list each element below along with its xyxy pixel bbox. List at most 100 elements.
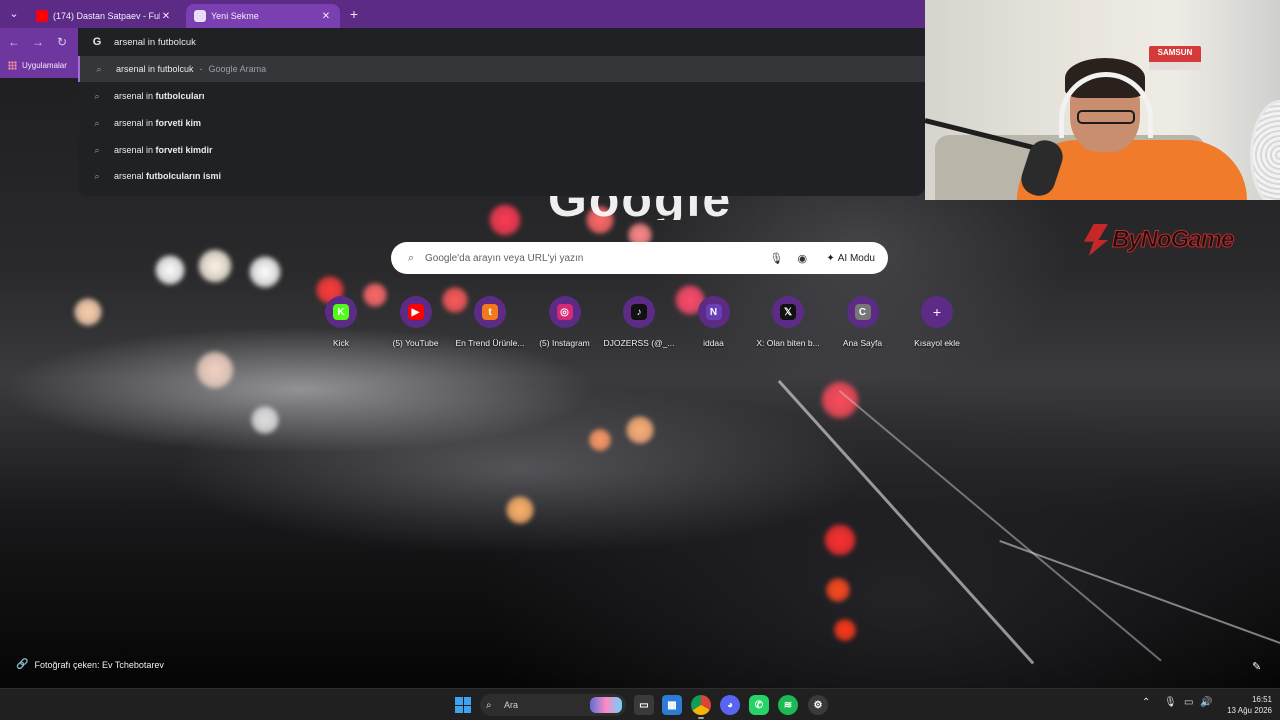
photo-credit[interactable]: 🔗 Fotoğrafı çeken: Ev Tchebotarev	[16, 659, 164, 670]
tray-chevron-icon[interactable]: ⌃	[1142, 697, 1150, 708]
back-icon[interactable]: ←	[6, 34, 22, 50]
search-icon: ⌕	[94, 90, 100, 101]
suggestion-item[interactable]: ⌕ arsenal in futbolcuk - Google Arama	[78, 56, 925, 82]
microphone-icon[interactable]: 🎙	[766, 252, 786, 265]
google-search-box[interactable]: ⌕ 🎙 ◉ ✦AI Modu	[391, 242, 888, 274]
search-icon: ⌕	[407, 251, 415, 264]
suggestion-text: arsenal in futbolcuk	[116, 64, 194, 74]
shortcut-tile[interactable]: Niddaa	[677, 296, 751, 348]
home-site-icon: C	[854, 304, 871, 320]
tab-new-tab[interactable]: Yeni Sekme ✕	[186, 4, 340, 28]
shortcut-circle: K	[325, 296, 357, 328]
shortcut-label: (5) Instagram	[539, 338, 590, 348]
shortcut-circle: +	[921, 296, 953, 328]
chrome-icon[interactable]	[691, 695, 711, 719]
suggestion-text: arsenal in futbolcuları	[114, 91, 205, 101]
logo-text: ByNoGame	[1111, 226, 1234, 254]
new-tab-button[interactable]: +	[346, 6, 362, 22]
tab-youtube[interactable]: (174) Dastan Satpaev - Full Season ✕	[28, 4, 180, 28]
bokeh-light	[833, 618, 857, 642]
reload-icon[interactable]: ↻	[54, 34, 70, 50]
shortcut-circle: ♪	[623, 296, 655, 328]
network-icon[interactable]: ▭	[1184, 697, 1193, 708]
shortcut-tile[interactable]: ▶ (5) YouTube	[379, 296, 453, 348]
shortcut-tile[interactable]: ♪ DJOZERSS (@_...	[602, 296, 676, 348]
apps-bookmark[interactable]: Uygulamalar	[8, 61, 67, 70]
search-highlight-image	[590, 697, 622, 713]
tab-search-chevron-icon[interactable]: ⌄	[6, 6, 22, 22]
tiktok-icon: ♪	[631, 304, 647, 320]
shortcut-tile[interactable]: t En Trend Ürünle...	[453, 296, 527, 348]
volume-icon[interactable]: 🔊	[1200, 697, 1212, 708]
forward-icon[interactable]: →	[30, 34, 46, 50]
plus-icon: +	[929, 304, 945, 320]
ai-mode-label: AI Modu	[837, 252, 875, 264]
search-icon: ⌕	[96, 63, 102, 74]
shortcut-tiles: K Kick ▶ (5) YouTube t En Trend Ürünle... ◎ (5)…	[304, 296, 976, 356]
spotify-icon[interactable]: ≋	[778, 695, 798, 715]
youtube-icon: ▶	[407, 304, 424, 320]
discord-icon[interactable]: ◕	[720, 695, 740, 715]
nesine-icon: N	[705, 304, 722, 320]
clock-date: 13 Ağu 2026	[1227, 706, 1272, 715]
youtube-icon	[36, 10, 48, 22]
suggestion-item[interactable]: ⌕ arsenal in forveti kim	[78, 110, 925, 136]
bokeh-light	[73, 297, 103, 327]
shortcut-tile[interactable]: + Kısayol ekle	[900, 296, 974, 348]
glasses	[1077, 110, 1135, 124]
address-bar-value[interactable]: arsenal in futbolcuk	[114, 37, 196, 48]
suggestion-item[interactable]: ⌕ arsenal in futbolcuları	[78, 83, 925, 109]
shortcut-label: Kısayol ekle	[914, 338, 960, 348]
shortcut-tile[interactable]: K Kick	[304, 296, 378, 348]
microphone-tray-icon[interactable]: 🎙	[1164, 697, 1177, 708]
bokeh-light	[195, 350, 235, 390]
ai-mode-button[interactable]: ✦ AI Modu	[818, 247, 883, 269]
bookmarks-bar: Uygulamalar	[0, 56, 80, 78]
customize-pencil-icon[interactable]: ✎	[1252, 660, 1261, 673]
close-tab-icon[interactable]: ✕	[320, 11, 332, 22]
close-tab-icon[interactable]: ✕	[160, 11, 172, 22]
shortcut-label: En Trend Ürünle...	[455, 338, 525, 348]
google-lens-icon[interactable]: ◉	[792, 252, 812, 265]
samsun-sign: SAMSUN	[1149, 46, 1201, 70]
windows-start-icon[interactable]	[455, 697, 471, 713]
whatsapp-icon[interactable]: ✆	[749, 695, 769, 715]
omnibox-dropdown: G arsenal in futbolcuk ⌕ arsenal in futb…	[78, 28, 925, 196]
instagram-icon: ◎	[556, 304, 573, 320]
bokeh-light	[823, 523, 857, 557]
clock-time: 16:51	[1251, 695, 1272, 704]
suggestion-text: arsenal futbolcuların ismi	[114, 171, 222, 181]
shortcut-circle: C	[846, 296, 879, 328]
trendyol-icon: t	[482, 304, 498, 320]
steam-icon[interactable]: ⚙	[808, 695, 828, 715]
bokeh-light	[820, 380, 860, 420]
bokeh-light	[505, 495, 535, 525]
task-view-icon[interactable]: ▭	[634, 695, 654, 715]
shortcut-tile[interactable]: 𝕏 X: Olan biten b...	[751, 296, 825, 348]
suggestion-item[interactable]: ⌕ arsenal futbolcuların ismi	[78, 163, 925, 189]
shortcut-circle: N	[697, 296, 730, 328]
microsoft-store-icon[interactable]: ▦	[662, 695, 682, 715]
suggestion-item[interactable]: ⌕ arsenal in forveti kimdir	[78, 137, 925, 163]
photo-credit-text[interactable]: Fotoğrafı çeken: Ev Tchebotarev	[34, 660, 163, 670]
fan	[1250, 100, 1280, 200]
taskbar-search[interactable]: ⌕ Ara	[480, 694, 626, 716]
search-input[interactable]	[425, 252, 767, 264]
shortcut-tile[interactable]: ◎ (5) Instagram	[528, 296, 602, 348]
suggestion-text: arsenal in forveti kimdir	[114, 145, 213, 155]
suggestion-text: arsenal in forveti kim	[114, 118, 202, 128]
system-clock[interactable]: 16:51 13 Ağu 2026	[1216, 694, 1272, 716]
tab-title: Yeni Sekme	[211, 11, 259, 21]
shortcut-label: DJOZERSS (@_...	[603, 338, 675, 348]
shortcut-label: Ana Sayfa	[842, 338, 883, 348]
windows-taskbar: ⌕ Ara ▭ ▦ ◕ ✆ ≋ ⚙ ⌃ 🎙 ▭ 🔊 16:51 13 Ağu 2…	[0, 688, 1280, 720]
bokeh-light	[488, 203, 522, 237]
shortcut-label: Kick	[332, 338, 350, 348]
search-icon: ⌕	[94, 170, 100, 181]
shortcut-tile[interactable]: C Ana Sayfa	[826, 296, 900, 348]
bokeh-light	[154, 254, 186, 286]
search-icon: ⌕	[94, 117, 100, 128]
address-bar[interactable]: G arsenal in futbolcuk	[78, 28, 925, 56]
taskbar-search-label: Ara	[504, 700, 519, 710]
bokeh-light	[197, 248, 233, 284]
